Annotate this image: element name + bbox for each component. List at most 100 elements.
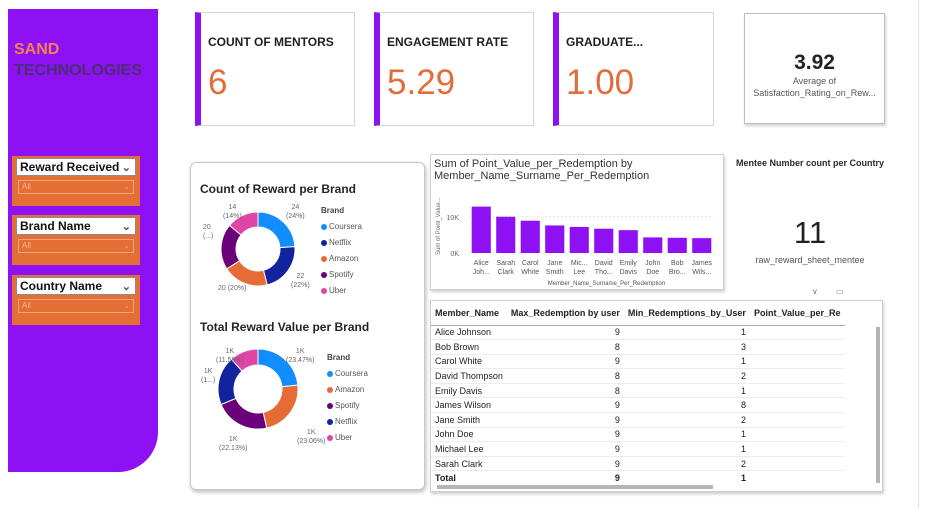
table-row[interactable]: Michael Lee 9 1	[431, 441, 845, 457]
x-tick-label: Smith	[546, 269, 564, 276]
bar[interactable]	[569, 226, 589, 253]
y-tick-label: 10K	[447, 215, 460, 222]
x-tick-label: White	[521, 269, 539, 276]
legend-dot	[327, 386, 333, 393]
bar[interactable]	[471, 206, 491, 253]
data-label-amazon: 1K (23.06%)	[297, 428, 325, 446]
card-label: raw_reward_sheet_mentee	[755, 255, 865, 265]
slicer-country-name[interactable]: Country Name ⌄ All ⌄	[12, 275, 140, 325]
data-label-spotify: 1K (22.13%)	[219, 435, 247, 453]
card-value: 3.92	[794, 51, 835, 74]
chevron-down-icon[interactable]: ⌄	[123, 300, 130, 312]
total-cell: 1	[623, 470, 750, 486]
bar[interactable]	[667, 237, 687, 253]
slicer-title[interactable]: Brand Name ⌄	[16, 217, 136, 235]
card-title: GRADUATE...	[566, 35, 644, 49]
legend-item[interactable]: Coursera	[321, 219, 362, 235]
vertical-scrollbar[interactable]	[876, 327, 880, 483]
card-value: 5.29	[387, 63, 456, 102]
data-label-value: 1K	[203, 368, 213, 375]
bar-chart-points-by-member[interactable]: Sum of Point_Value_per_Redemption by Mem…	[430, 154, 724, 290]
card-mentee-count[interactable]: Mentee Number count per Country 11 raw_r…	[736, 157, 888, 287]
expand-icon[interactable]: ∨	[812, 287, 818, 296]
bar[interactable]	[520, 220, 540, 253]
table-row[interactable]: Carol White 9 1	[431, 354, 845, 370]
bar[interactable]	[692, 238, 712, 253]
x-tick-label: Bob	[671, 260, 684, 267]
table-row[interactable]: Sarah Clark 9 2	[431, 456, 845, 472]
table-total-row[interactable]: Total 9 1	[431, 470, 845, 486]
data-label-spotify: 20 (...)	[203, 223, 214, 241]
table-row[interactable]: Bob Brown 8 3	[431, 339, 845, 355]
slicer-reward-received[interactable]: Reward Received ⌄ All ⌄	[12, 156, 140, 206]
bar[interactable]	[594, 228, 614, 253]
member-redemption-table[interactable]: Member_Name Max_Redemption by user Min_R…	[430, 300, 883, 492]
x-tick-label: John	[645, 260, 660, 267]
legend-item[interactable]: Spotify	[321, 267, 362, 283]
slicer-title[interactable]: Reward Received ⌄	[16, 158, 136, 176]
legend-dot	[321, 255, 327, 262]
table-cell: 1	[623, 325, 750, 341]
card-count-of-mentors[interactable]: COUNT OF MENTORS 6	[195, 12, 355, 126]
slicer-brand-name[interactable]: Brand Name ⌄ All ⌄	[12, 215, 140, 265]
focus-mode-icon[interactable]: ▭	[836, 287, 844, 296]
slicer-title[interactable]: Country Name ⌄	[16, 277, 136, 295]
bar-chart-svg[interactable]: 0K 10K Sum of Point_Value... Alice Joh... Sar…	[431, 155, 725, 291]
slicer-dropdown[interactable]: All ⌄	[18, 180, 134, 194]
x-tick-label: Tho...	[595, 269, 613, 276]
table-row[interactable]: James Wilson 9 8	[431, 397, 845, 414]
chevron-down-icon[interactable]: ⌄	[122, 279, 131, 295]
legend-item[interactable]: Netflix	[327, 414, 368, 430]
card-engagement-rate[interactable]: ENGAGEMENT RATE 5.29	[374, 12, 534, 126]
table-row[interactable]: John Doe 9 1	[431, 427, 845, 443]
table-cell: 2	[623, 368, 750, 384]
legend-item[interactable]: Amazon	[327, 382, 368, 398]
table-cell: David Thompson	[431, 368, 507, 384]
horizontal-scrollbar[interactable]	[437, 485, 713, 489]
column-header[interactable]: Max_Redemption by user	[506, 301, 624, 326]
legend-item[interactable]: Spotify	[327, 398, 368, 414]
data-label-value: 1K	[295, 348, 305, 355]
table-cell: 1	[623, 427, 750, 443]
legend-item[interactable]: Amazon	[321, 251, 362, 267]
bar[interactable]	[618, 230, 638, 253]
table-cell: 2	[623, 412, 750, 428]
bar[interactable]	[545, 225, 565, 253]
bar[interactable]	[496, 216, 516, 253]
donut-slice-amazon[interactable]	[262, 384, 299, 429]
legend-label: Netflix	[335, 417, 358, 426]
table-row[interactable]: David Thompson 8 2	[431, 368, 845, 384]
legend-item[interactable]: Coursera	[327, 366, 368, 382]
data-label-pct: (14%)	[223, 213, 242, 220]
data-label-pct: (11.58%)	[216, 357, 244, 364]
chevron-down-icon[interactable]: ⌄	[122, 160, 131, 176]
legend-item[interactable]: Uber	[327, 430, 368, 446]
donut-slice-spotify[interactable]	[220, 397, 268, 430]
slicer-dropdown[interactable]: All ⌄	[18, 299, 134, 313]
column-header[interactable]: Min_Redemptions_by_User	[623, 301, 750, 326]
table-row[interactable]: Jane Smith 9 2	[431, 412, 845, 428]
table-row[interactable]: Alice Johnson 9 1	[431, 325, 845, 341]
chevron-down-icon[interactable]: ⌄	[123, 181, 130, 193]
chevron-down-icon[interactable]: ⌄	[122, 219, 131, 235]
card-average-satisfaction[interactable]: 3.92 Average of Satisfaction_Rating_on_R…	[744, 13, 885, 124]
legend-dot	[321, 223, 327, 230]
column-header[interactable]: Point_Value_per_Re	[749, 301, 845, 326]
slicer-title-text: Brand Name	[20, 219, 91, 233]
chart-title-total-reward: Total Reward Value per Brand	[200, 320, 370, 334]
data-label-uber: 1K (11.58%)	[216, 347, 244, 365]
data-label-amazon: 20 (20%)	[218, 284, 246, 293]
data-label-value: 14	[228, 204, 237, 211]
chevron-down-icon[interactable]: ⌄	[123, 240, 130, 252]
y-axis-label: Sum of Point_Value...	[436, 197, 442, 255]
card-graduate[interactable]: GRADUATE... 1.00	[553, 12, 714, 126]
column-header[interactable]: Member_Name	[431, 301, 507, 326]
slicer-dropdown[interactable]: All ⌄	[18, 239, 134, 253]
legend-item[interactable]: Uber	[321, 283, 362, 299]
legend-item[interactable]: Netflix	[321, 235, 362, 251]
data-label-coursera: 1K (23.47%)	[286, 347, 314, 365]
table-cell	[749, 368, 845, 384]
bar[interactable]	[643, 237, 663, 253]
data-label-netflix: 1K (1...)	[201, 367, 215, 385]
table-row[interactable]: Emily Davis 8 1	[431, 383, 845, 399]
